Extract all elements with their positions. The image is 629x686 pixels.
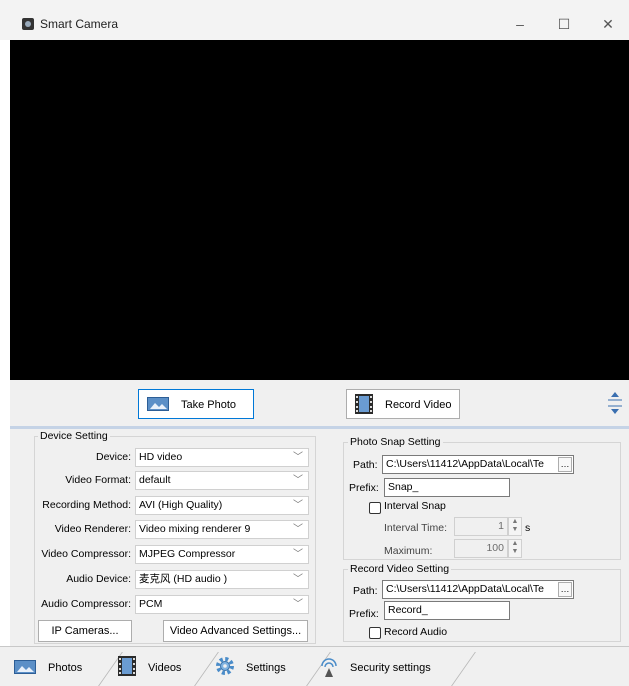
chevron-down-icon: ﹀ xyxy=(293,452,303,463)
maximize-button[interactable]: ☐ xyxy=(550,12,578,36)
ip-cameras-button[interactable]: IP Cameras... xyxy=(38,620,132,642)
record-audio-checkbox[interactable] xyxy=(369,627,381,639)
chevron-down-icon: ﹀ xyxy=(293,599,303,610)
collapse-panel-icon[interactable] xyxy=(607,390,623,416)
window-title: Smart Camera xyxy=(40,17,119,31)
video-renderer-select[interactable]: Video mixing renderer 9 ﹀ xyxy=(135,520,309,539)
browse-record-path-button[interactable]: … xyxy=(558,582,572,597)
record-path-label: Path: xyxy=(353,585,378,597)
maximum-input[interactable]: 100 xyxy=(454,539,508,558)
maximum-label: Maximum: xyxy=(384,545,433,557)
tab-settings-label: Settings xyxy=(246,662,286,674)
record-path-input[interactable]: C:\Users\11412\AppData\Local\Te… xyxy=(382,580,574,599)
photo-prefix-input[interactable]: Snap_ xyxy=(384,478,510,497)
device-label: Device: xyxy=(95,451,131,463)
video-compressor-label: Video Compressor: xyxy=(41,548,131,560)
video-compressor-select[interactable]: MJPEG Compressor ﹀ xyxy=(135,545,309,564)
device-select[interactable]: HD video ﹀ xyxy=(135,448,309,467)
recording-method-select[interactable]: AVI (High Quality) ﹀ xyxy=(135,496,309,515)
take-photo-button[interactable]: Take Photo xyxy=(138,389,254,419)
tab-security-settings-label: Security settings xyxy=(350,662,431,674)
interval-snap-label: Interval Snap xyxy=(384,500,446,512)
photo-snap-title: Photo Snap Setting xyxy=(348,436,443,448)
record-prefix-input[interactable]: Record_ xyxy=(384,601,510,620)
record-video-label: Record Video xyxy=(385,399,452,411)
close-button[interactable]: ✕ xyxy=(594,12,622,36)
record-video-title: Record Video Setting xyxy=(348,563,452,575)
gear-icon xyxy=(216,657,234,675)
tab-videos[interactable]: Videos xyxy=(118,654,206,684)
tab-photos-label: Photos xyxy=(48,662,83,674)
film-icon xyxy=(118,656,136,676)
maximum-spinner[interactable]: ▲ ▼ xyxy=(508,539,522,558)
chevron-down-icon: ﹀ xyxy=(293,500,303,511)
interval-snap-checkbox[interactable] xyxy=(369,502,381,514)
camera-app-icon xyxy=(22,18,34,30)
minimize-button[interactable]: – xyxy=(506,12,534,36)
panel-splitter[interactable] xyxy=(10,426,629,429)
chevron-down-icon: ﹀ xyxy=(293,524,303,535)
audio-device-label: Audio Device: xyxy=(66,573,131,585)
photo-prefix-label: Prefix: xyxy=(349,482,379,494)
interval-time-unit: s xyxy=(525,522,531,534)
record-audio-label: Record Audio xyxy=(384,626,448,638)
audio-compressor-label: Audio Compressor: xyxy=(41,598,131,610)
tab-photos[interactable]: Photos xyxy=(14,656,106,686)
video-renderer-label: Video Renderer: xyxy=(54,523,131,535)
tab-security-settings[interactable]: Security settings xyxy=(320,654,460,684)
video-advanced-settings-button[interactable]: Video Advanced Settings... xyxy=(163,620,308,642)
chevron-down-icon: ﹀ xyxy=(293,574,303,585)
browse-photo-path-button[interactable]: … xyxy=(558,457,572,472)
video-format-select[interactable]: default ﹀ xyxy=(135,471,309,490)
photo-icon xyxy=(14,660,36,674)
interval-time-input[interactable]: 1 xyxy=(454,517,508,536)
video-format-label: Video Format: xyxy=(65,474,131,486)
audio-device-select[interactable]: 麦克风 (HD audio ) ﹀ xyxy=(135,570,309,589)
record-video-button[interactable]: Record Video xyxy=(346,389,460,419)
chevron-down-icon: ﹀ xyxy=(293,475,303,486)
security-icon xyxy=(321,658,337,677)
photo-path-input[interactable]: C:\Users\11412\AppData\Local\Te… xyxy=(382,455,574,474)
take-photo-label: Take Photo xyxy=(181,399,237,411)
title-bar: Smart Camera – ☐ ✕ xyxy=(0,0,629,40)
photo-icon xyxy=(147,397,169,411)
device-setting-title: Device Setting xyxy=(38,430,110,442)
record-prefix-label: Prefix: xyxy=(349,608,379,620)
video-preview xyxy=(10,40,629,380)
tab-settings[interactable]: Settings xyxy=(214,654,306,684)
photo-path-label: Path: xyxy=(353,459,378,471)
audio-compressor-select[interactable]: PCM ﹀ xyxy=(135,595,309,614)
film-icon xyxy=(355,394,373,414)
recording-method-label: Recording Method: xyxy=(42,499,131,511)
interval-time-label: Interval Time: xyxy=(384,522,448,534)
tab-videos-label: Videos xyxy=(148,662,182,674)
chevron-down-icon: ﹀ xyxy=(293,549,303,560)
control-panel: Take Photo Record Video Device Setting D… xyxy=(10,380,629,686)
interval-time-spinner[interactable]: ▲ ▼ xyxy=(508,517,522,536)
